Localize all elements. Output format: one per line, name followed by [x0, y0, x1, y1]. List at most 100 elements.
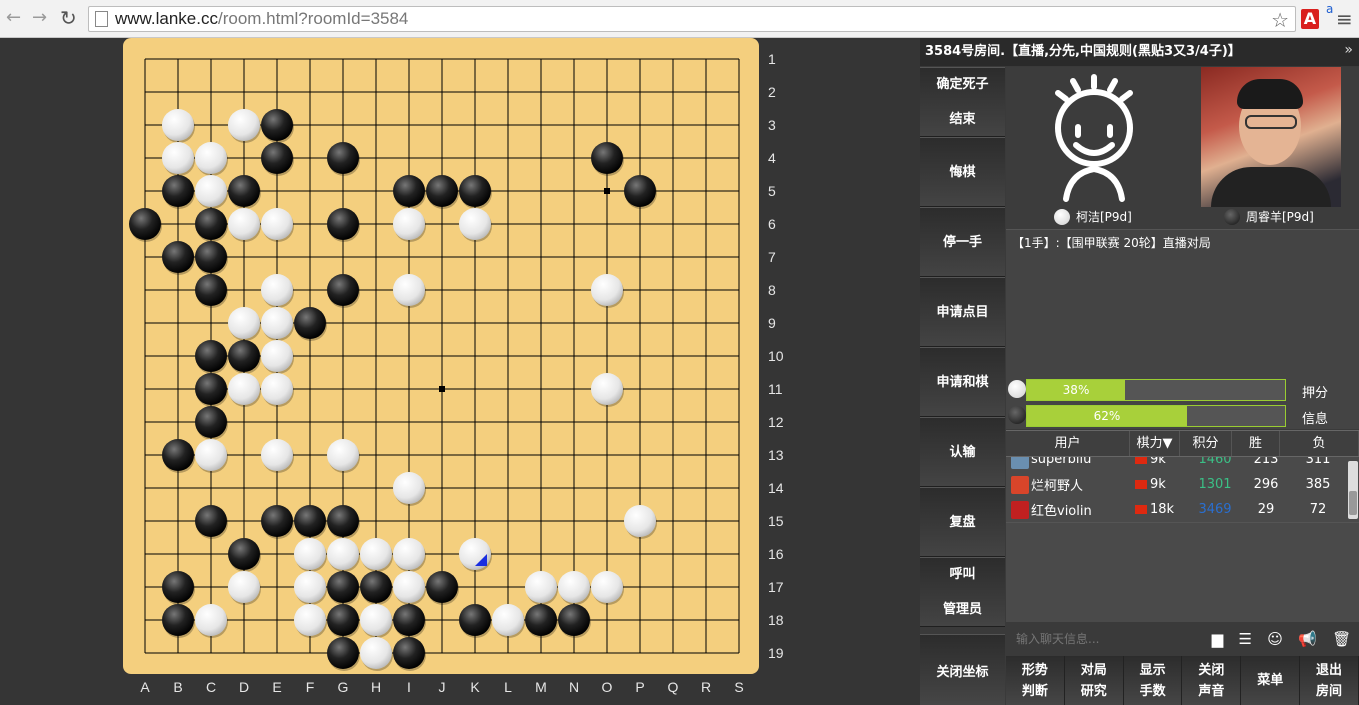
black-stone-icon — [1008, 406, 1026, 424]
side-button-0[interactable]: 确定死子 结束 — [920, 67, 1005, 137]
column-label: D — [238, 679, 250, 695]
chat-messages — [1006, 522, 1359, 622]
column-label: Q — [667, 679, 679, 695]
board-grid[interactable] — [123, 38, 759, 674]
chat-input[interactable] — [1006, 624, 1202, 654]
forward-arrow-icon[interactable]: → — [32, 8, 47, 28]
star-point — [604, 188, 610, 194]
bottom-button-5[interactable]: 退出 房间 — [1300, 656, 1359, 705]
room-panel: 3584号房间.【直播,分先,中国规则(黑贴3又3/4子)】 » 确定死子 结束悔… — [920, 38, 1359, 705]
row-label: 6 — [768, 216, 776, 232]
white-win-rate: 38% 押分 — [1006, 376, 1359, 402]
white-stone — [558, 571, 590, 603]
black-stone — [162, 241, 194, 273]
browser-toolbar: ← → ↻ www.lanke.cc/room.html?roomId=3584… — [0, 0, 1359, 38]
white-stone — [228, 109, 260, 141]
black-stone — [162, 604, 194, 636]
adobe-extension-icon[interactable]: A — [1301, 9, 1319, 29]
star-point — [439, 386, 445, 392]
column-header[interactable]: 胜 — [1232, 431, 1280, 456]
toggle-coordinates-button[interactable]: 关闭坐标 — [920, 634, 1005, 705]
black-stone — [327, 637, 359, 669]
user-table-scrollbar[interactable] — [1348, 461, 1358, 519]
black-stone — [393, 175, 425, 207]
reload-icon[interactable]: ↻ — [60, 8, 77, 28]
white-stone — [624, 505, 656, 537]
white-stone — [261, 439, 293, 471]
black-stone — [360, 571, 392, 603]
black-stone — [393, 637, 425, 669]
black-stone — [228, 538, 260, 570]
black-stone — [327, 604, 359, 636]
row-label: 3 — [768, 117, 776, 133]
user-losses: 385 — [1305, 477, 1331, 492]
black-stone — [426, 175, 458, 207]
chat-bubble-icon[interactable]: ▆ — [1212, 630, 1224, 648]
page-icon — [95, 11, 108, 27]
side-button-3[interactable]: 申请点目 — [920, 277, 1005, 347]
user-name: 烂柯野人 — [1031, 479, 1084, 494]
players-area: 柯洁[P9d] 周睿羊[P9d] — [1006, 67, 1359, 229]
bottom-button-2[interactable]: 显示 手数 — [1123, 656, 1183, 705]
white-stone — [261, 208, 293, 240]
list-icon[interactable]: ☰ — [1239, 630, 1252, 648]
column-label: J — [438, 679, 446, 695]
chat-toolbar: ▆ ☰ ☺ 📢 🗑 — [1204, 624, 1359, 654]
row-label: 16 — [768, 546, 784, 562]
bottom-button-4[interactable]: 菜单 — [1241, 656, 1301, 705]
column-header[interactable]: 棋力▼ — [1130, 431, 1180, 456]
side-buttons: 确定死子 结束 悔棋 停一手 申请点目 申请和棋 认输 复盘 呼叫 管理员 — [920, 67, 1005, 627]
user-row[interactable]: 红色violin 18k 3469 29 72 — [1006, 497, 1346, 522]
go-board[interactable] — [123, 38, 759, 674]
side-button-7[interactable]: 呼叫 管理员 — [920, 557, 1005, 627]
megaphone-icon[interactable]: 📢 — [1298, 630, 1317, 648]
translate-extension-icon[interactable]: a — [1326, 2, 1333, 16]
bottom-button-0[interactable]: 形势 判断 — [1006, 656, 1065, 705]
white-stone — [591, 571, 623, 603]
trash-icon[interactable]: 🗑 — [1332, 630, 1351, 648]
move-info-box: 【1手】:【围甲联赛 20轮】直播对局 — [1006, 229, 1359, 375]
black-stone — [195, 406, 227, 438]
bottom-button-1[interactable]: 对局 研究 — [1064, 656, 1124, 705]
column-header[interactable]: 积分 — [1180, 431, 1232, 456]
white-stone — [294, 538, 326, 570]
row-label: 5 — [768, 183, 776, 199]
white-stone — [195, 604, 227, 636]
black-stone — [591, 142, 623, 174]
url-text[interactable]: www.lanke.cc/room.html?roomId=3584 — [115, 9, 408, 29]
back-arrow-icon[interactable]: ← — [6, 8, 21, 28]
bet-label[interactable]: 押分 — [1302, 382, 1328, 401]
column-label: S — [734, 679, 744, 695]
side-button-1[interactable]: 悔棋 — [920, 137, 1005, 207]
user-row[interactable]: superbilu 9k 1460 213 311 — [1006, 457, 1346, 472]
browser-menu-icon[interactable]: ≡ — [1336, 9, 1353, 29]
black-stone — [228, 175, 260, 207]
collapse-icon[interactable]: » — [1344, 42, 1353, 58]
emoji-icon[interactable]: ☺ — [1267, 630, 1283, 648]
white-stone — [525, 571, 557, 603]
white-stone — [459, 208, 491, 240]
china-flag-icon — [1135, 505, 1147, 514]
user-row[interactable]: 烂柯野人 9k 1301 296 385 — [1006, 472, 1346, 497]
user-name: 红色violin — [1031, 504, 1092, 519]
column-header[interactable]: 用户 — [1006, 431, 1130, 456]
address-bar[interactable]: www.lanke.cc/room.html?roomId=3584 ☆ — [88, 6, 1296, 32]
black-stone — [294, 505, 326, 537]
bookmark-star-icon[interactable]: ☆ — [1271, 8, 1289, 32]
side-button-4[interactable]: 申请和棋 — [920, 347, 1005, 417]
side-button-2[interactable]: 停一手 — [920, 207, 1005, 277]
bottom-buttons: 形势 判断 对局 研究 显示 手数 关闭 声音 菜单 退出 房间 — [1006, 656, 1359, 705]
user-score: 1301 — [1198, 477, 1232, 492]
bottom-button-3[interactable]: 关闭 声音 — [1182, 656, 1242, 705]
user-losses: 72 — [1309, 502, 1327, 517]
column-header[interactable]: 负 — [1280, 431, 1359, 456]
black-stone — [162, 175, 194, 207]
side-button-6[interactable]: 复盘 — [920, 487, 1005, 557]
black-stone — [195, 340, 227, 372]
white-stone — [393, 571, 425, 603]
black-stone — [525, 604, 557, 636]
info-label[interactable]: 信息 — [1302, 408, 1328, 427]
move-info-text: 【1手】:【围甲联赛 20轮】直播对局 — [1012, 236, 1211, 250]
white-stone — [294, 571, 326, 603]
side-button-5[interactable]: 认输 — [920, 417, 1005, 487]
